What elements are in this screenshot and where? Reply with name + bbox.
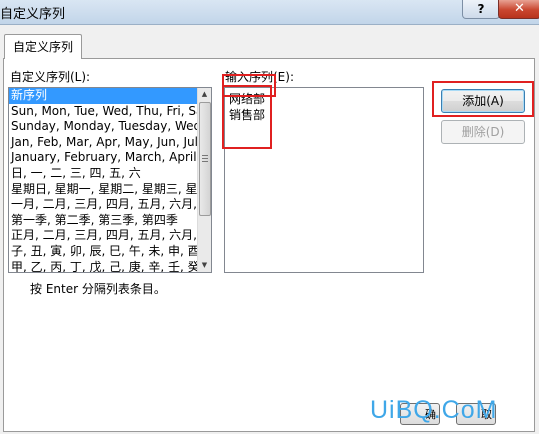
highlight-entries — [222, 85, 272, 149]
highlight-add-button — [432, 81, 534, 117]
list-item[interactable]: 日, 一, 二, 三, 四, 五, 六 — [9, 166, 197, 182]
scroll-up-arrow-icon[interactable]: ▲ — [198, 88, 211, 101]
thumb-grip — [202, 158, 208, 159]
custom-lists-label: 自定义序列(L): — [10, 70, 91, 84]
tab-custom-lists[interactable]: 自定义序列 — [4, 34, 82, 59]
list-item[interactable]: January, February, March, April — [9, 150, 197, 166]
list-item[interactable]: 第一季, 第二季, 第三季, 第四季 — [9, 213, 197, 229]
thumb-grip — [202, 155, 208, 156]
title-bar: 自定义序列 ? ✕ — [0, 0, 539, 25]
delete-button[interactable]: 删除(D) — [441, 120, 525, 144]
window-title: 自定义序列 — [0, 7, 66, 22]
help-button[interactable]: ? — [462, 0, 500, 19]
watermark: UiBQ.CoM — [370, 396, 498, 424]
list-item[interactable]: 甲, 乙, 丙, 丁, 戊, 己, 庚, 辛, 壬, 癸 — [9, 260, 197, 272]
list-item[interactable]: 正月, 二月, 三月, 四月, 五月, 六月, 七 — [9, 228, 197, 244]
hint-text: 按 Enter 分隔列表条目。 — [30, 282, 166, 296]
list-item[interactable]: 子, 丑, 寅, 卯, 辰, 巳, 午, 未, 申, 酉 — [9, 244, 197, 260]
scroll-down-arrow-icon[interactable]: ▼ — [198, 259, 211, 272]
list-item[interactable]: Sunday, Monday, Tuesday, Wednesday — [9, 119, 197, 135]
scrollbar-thumb[interactable] — [199, 102, 211, 216]
list-item[interactable]: 星期日, 星期一, 星期二, 星期三, 星期 — [9, 182, 197, 198]
list-item[interactable]: 一月, 二月, 三月, 四月, 五月, 六月, 七 — [9, 197, 197, 213]
dialog-body: 自定义序列 自定义序列(L): 输入序列(E): 新序列 Sun, Mon, T… — [0, 25, 539, 434]
list-item[interactable]: Jan, Feb, Mar, Apr, May, Jun, Jul — [9, 135, 197, 151]
thumb-grip — [202, 161, 208, 162]
close-button[interactable]: ✕ — [498, 0, 539, 19]
list-item[interactable]: Sun, Mon, Tue, Wed, Thu, Fri, Sat — [9, 104, 197, 120]
list-scrollbar[interactable]: ▲ ▼ — [197, 88, 211, 272]
custom-lists-listbox[interactable]: 新序列 Sun, Mon, Tue, Wed, Thu, Fri, Sat Su… — [8, 87, 212, 273]
list-item[interactable]: 新序列 — [9, 88, 197, 104]
